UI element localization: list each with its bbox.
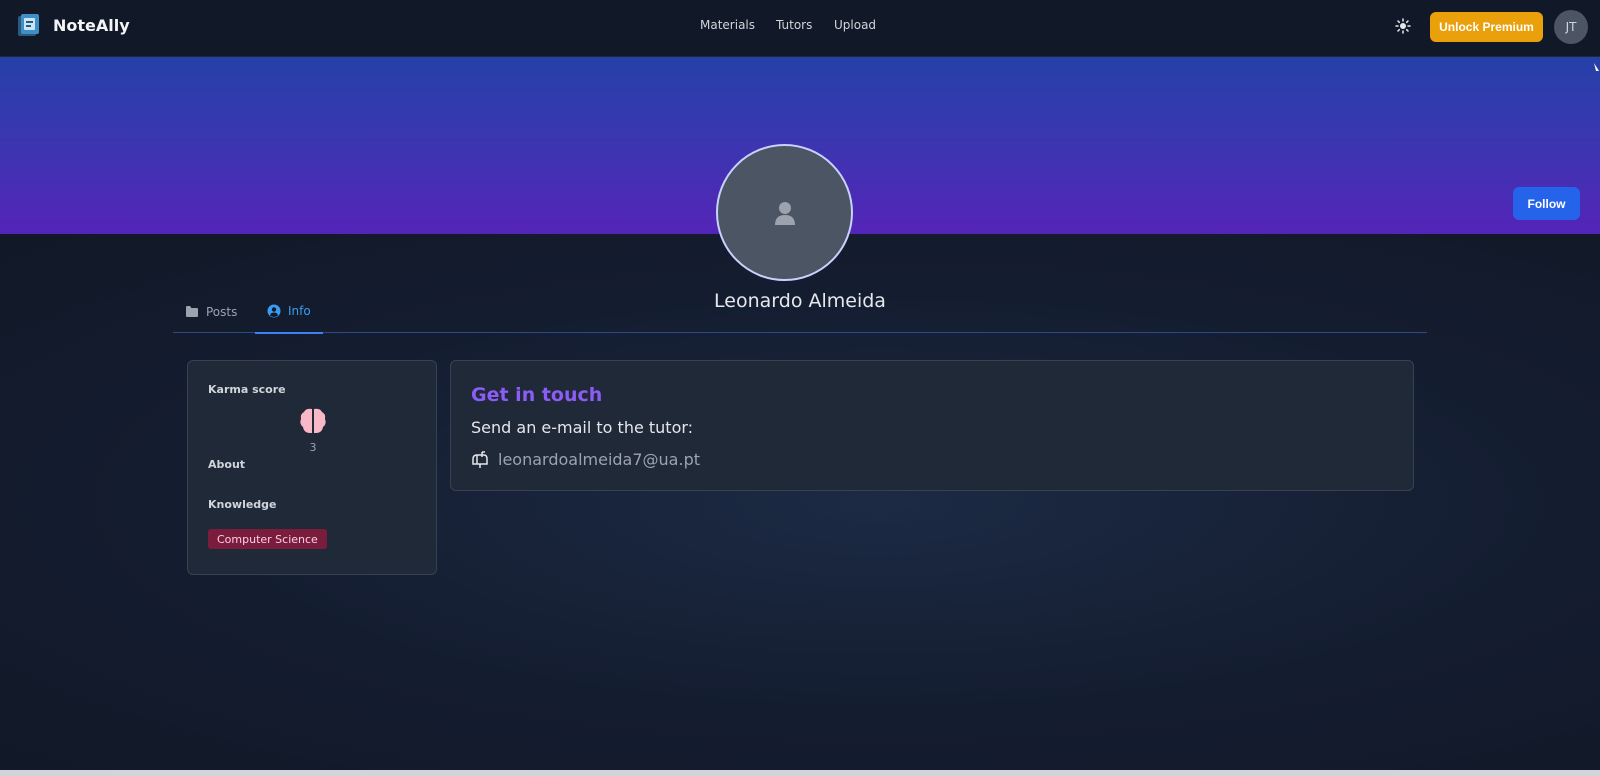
email-row: leonardoalmeida7@ua.pt bbox=[471, 450, 700, 469]
user-avatar[interactable]: JT bbox=[1554, 10, 1588, 44]
horizontal-scrollbar[interactable] bbox=[0, 770, 1600, 776]
tab-info[interactable]: Info bbox=[255, 290, 323, 334]
profile-tabs: Posts Info bbox=[173, 290, 1427, 334]
karma-value: 3 bbox=[309, 441, 317, 454]
cursor-icon bbox=[1594, 63, 1599, 71]
contact-card: Get in touch Send an e-mail to the tutor… bbox=[450, 360, 1414, 491]
tab-posts[interactable]: Posts bbox=[185, 290, 237, 333]
knowledge-tag: Computer Science bbox=[208, 529, 327, 549]
brand-name: NoteAlly bbox=[53, 16, 130, 35]
user-placeholder-icon bbox=[774, 201, 795, 225]
contact-title: Get in touch bbox=[471, 384, 603, 406]
nav-link-materials[interactable]: Materials bbox=[700, 18, 755, 32]
brain-icon bbox=[300, 408, 326, 433]
sun-icon[interactable] bbox=[1395, 18, 1411, 34]
tab-info-label: Info bbox=[288, 304, 311, 318]
brand[interactable]: NoteAlly bbox=[16, 13, 130, 38]
tab-posts-label: Posts bbox=[206, 304, 238, 319]
contact-subtitle: Send an e-mail to the tutor: bbox=[471, 418, 694, 437]
top-navbar: NoteAlly Materials Tutors Upload Unlock … bbox=[0, 0, 1600, 57]
user-circle-icon bbox=[267, 304, 281, 318]
nav-link-tutors[interactable]: Tutors bbox=[776, 18, 812, 32]
follow-button[interactable]: Follow bbox=[1513, 187, 1580, 220]
nav-link-upload[interactable]: Upload bbox=[834, 18, 876, 32]
email-link[interactable]: leonardoalmeida7@ua.pt bbox=[498, 450, 700, 469]
knowledge-label: Knowledge bbox=[208, 498, 277, 511]
unlock-premium-button[interactable]: Unlock Premium bbox=[1430, 12, 1543, 42]
profile-avatar bbox=[716, 144, 853, 281]
mailbox-icon bbox=[472, 450, 488, 468]
karma-label: Karma score bbox=[208, 383, 286, 396]
about-label: About bbox=[208, 458, 246, 471]
info-card: Karma score 3 About Knowledge Computer S… bbox=[187, 360, 437, 575]
folder-icon bbox=[186, 306, 198, 317]
notebook-logo-icon bbox=[18, 14, 39, 36]
